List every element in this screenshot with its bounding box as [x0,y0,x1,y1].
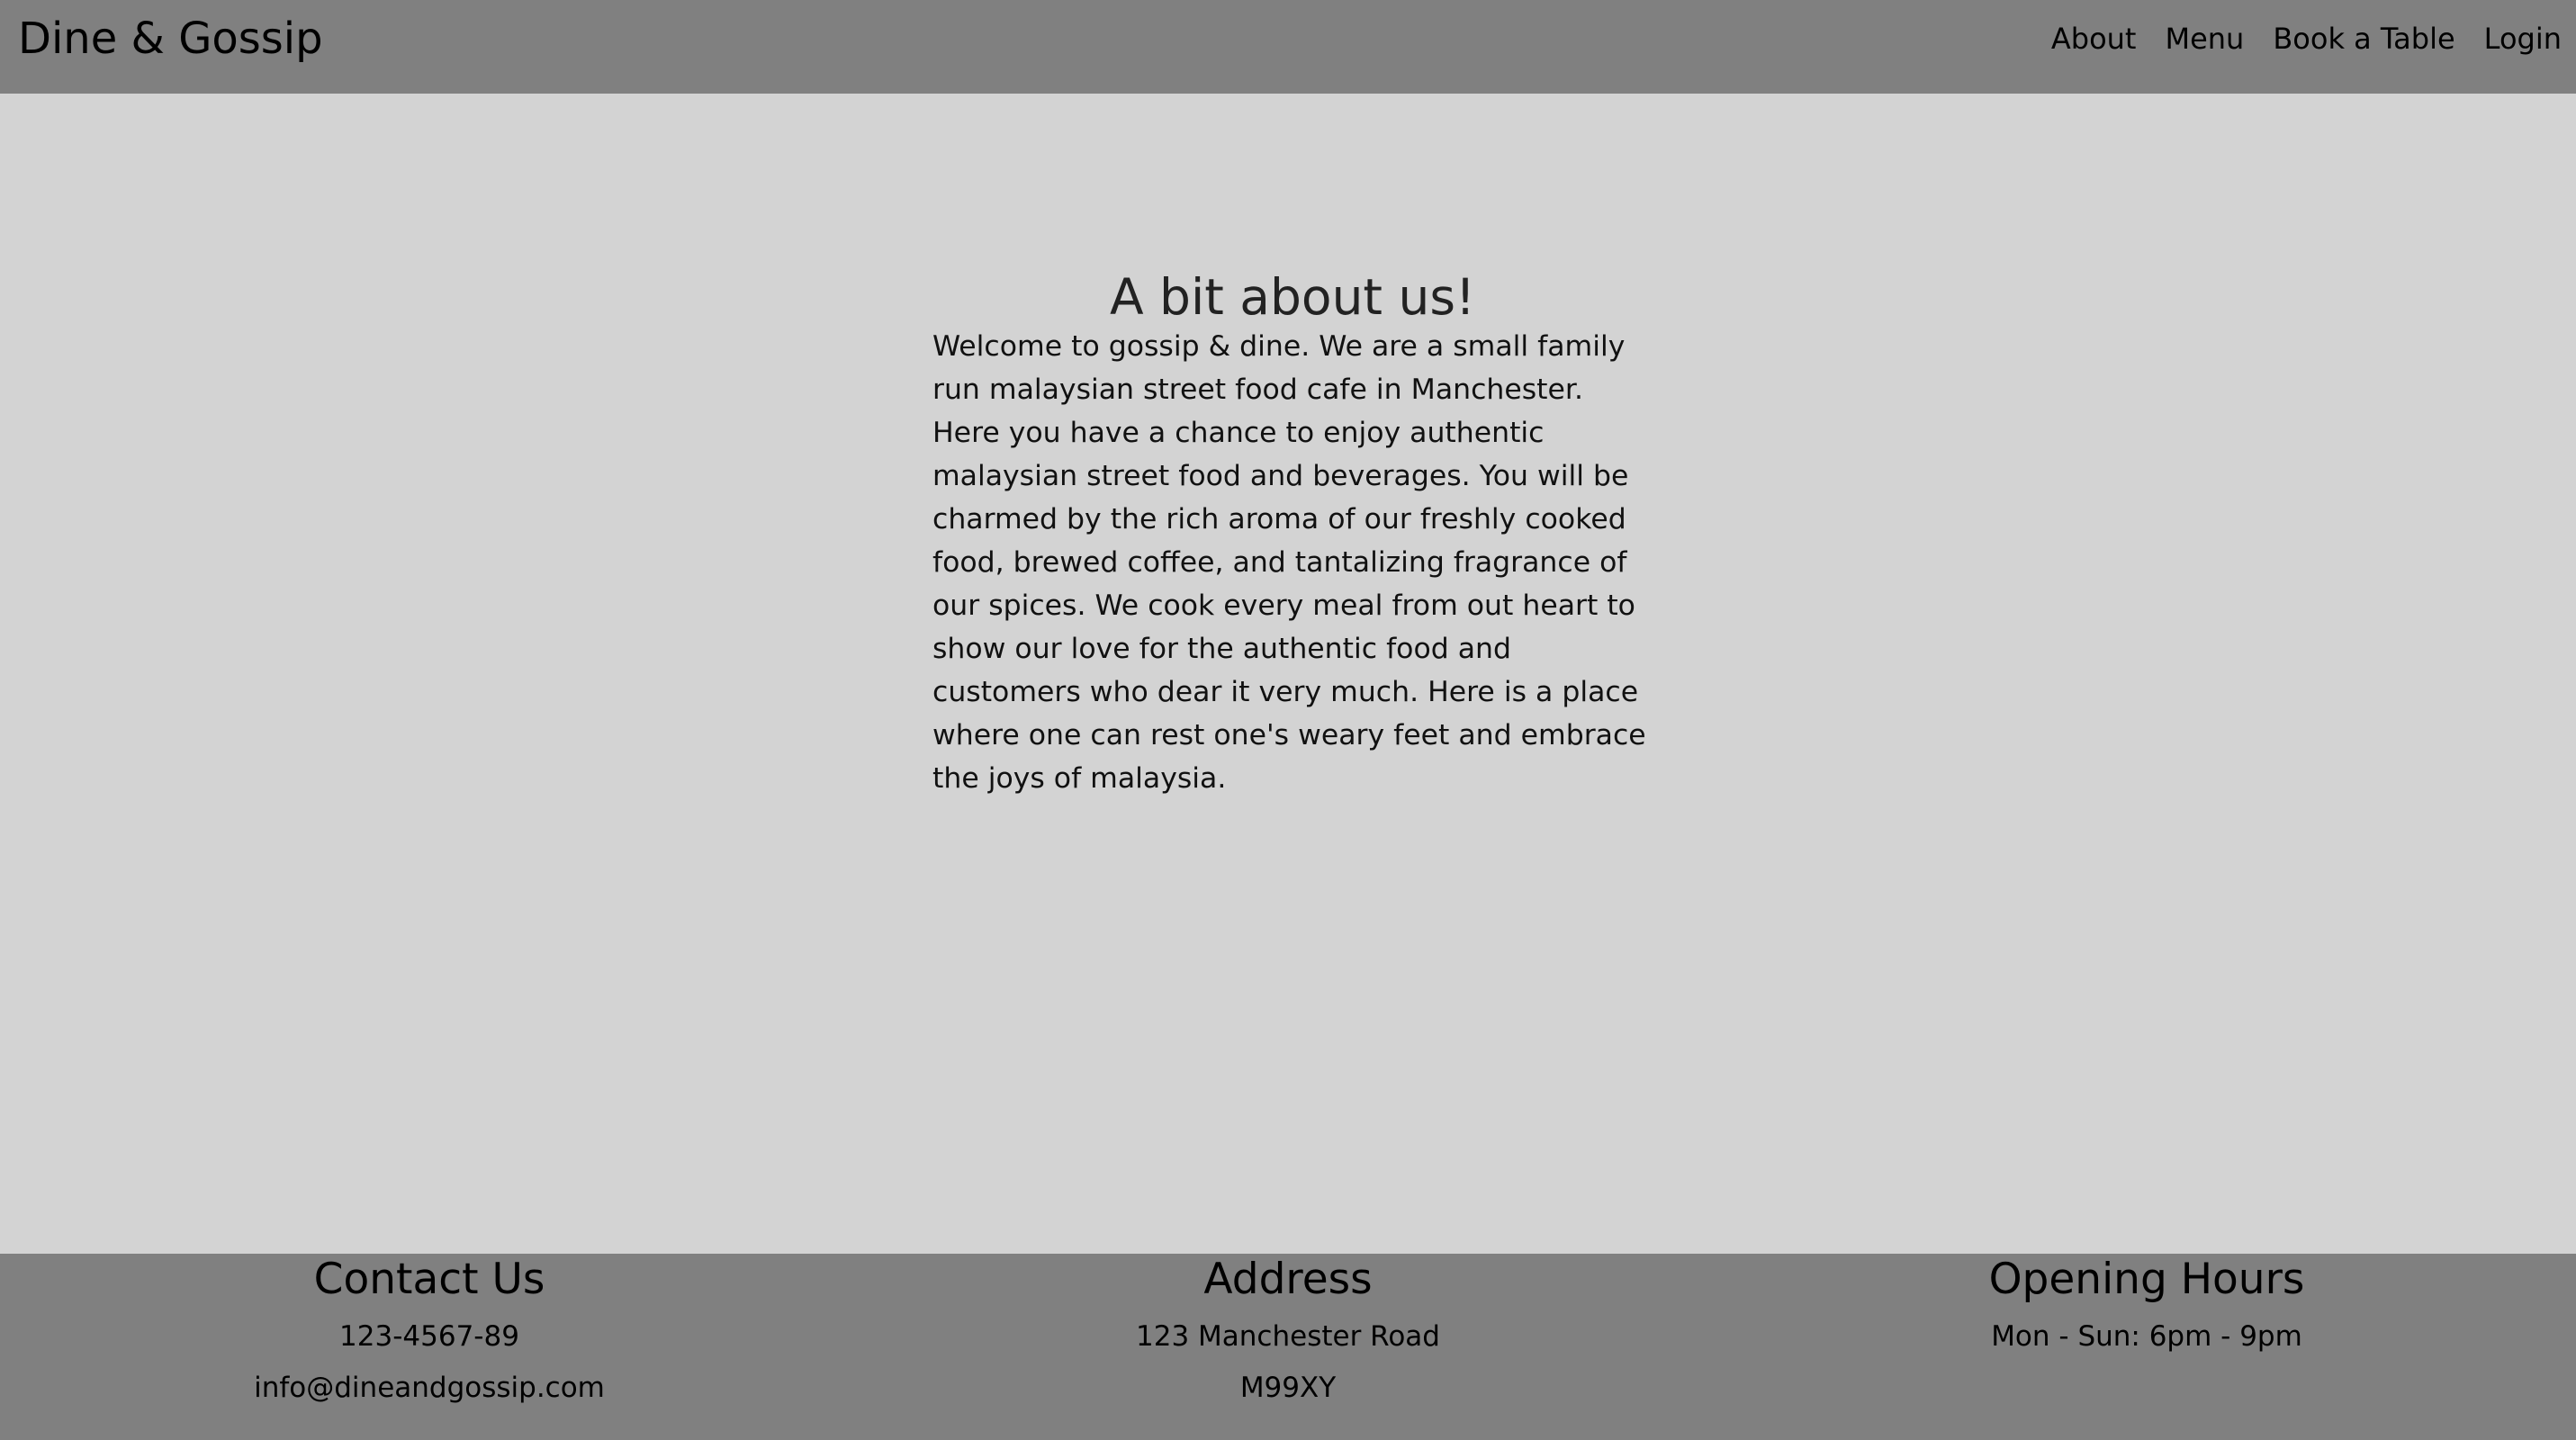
contact-email: info@dineandgossip.com [254,1372,605,1404]
nav-link-about[interactable]: About [2051,24,2137,53]
footer-address: Address 123 Manchester Road M99XY [859,1254,1717,1440]
about-section: A bit about us! Welcome to gossip & dine… [932,270,1653,800]
contact-phone: 123-4567-89 [339,1320,519,1353]
address-postcode: M99XY [1239,1372,1337,1404]
address-title: Address [1203,1255,1373,1304]
about-title: A bit about us! [1109,268,1476,326]
footer-contact: Contact Us 123-4567-89 info@dineandgossi… [0,1254,859,1440]
contact-title: Contact Us [313,1255,545,1304]
hours-times: Mon - Sun: 6pm - 9pm [1991,1320,2302,1353]
nav-link-book-a-table[interactable]: Book a Table [2273,24,2454,53]
footer-hours: Opening Hours Mon - Sun: 6pm - 9pm [1717,1254,2576,1440]
navbar: Dine & Gossip About Menu Book a Table Lo… [0,0,2576,94]
nav-links: About Menu Book a Table Login [2051,24,2562,53]
nav-link-login[interactable]: Login [2484,24,2562,53]
brand-link[interactable]: Dine & Gossip [18,17,323,60]
hours-title: Opening Hours [1988,1255,2305,1304]
footer: Contact Us 123-4567-89 info@dineandgossi… [0,1254,2576,1440]
nav-link-menu[interactable]: Menu [2165,24,2244,53]
about-text: Welcome to gossip & dine. We are a small… [932,329,1646,795]
address-street: 123 Manchester Road [1136,1320,1440,1353]
